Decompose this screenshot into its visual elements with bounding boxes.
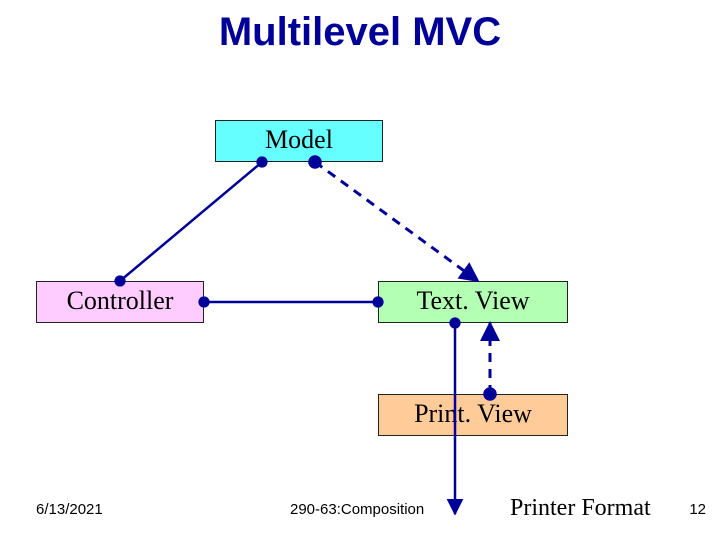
node-textview: Text. View — [378, 281, 568, 323]
footer-date: 6/13/2021 — [36, 501, 103, 518]
slide-number: 12 — [689, 501, 706, 518]
footer-course: 290-63:Composition — [290, 501, 424, 518]
node-model: Model — [215, 120, 383, 162]
edge-model-textview — [315, 162, 478, 281]
slide-title: Multilevel MVC — [0, 10, 720, 55]
printer-format-label: Printer Format — [510, 495, 651, 522]
connectors-svg — [0, 0, 720, 540]
edge-controller-model — [120, 162, 262, 281]
node-printview: Print. View — [378, 394, 568, 436]
node-controller: Controller — [36, 281, 204, 323]
